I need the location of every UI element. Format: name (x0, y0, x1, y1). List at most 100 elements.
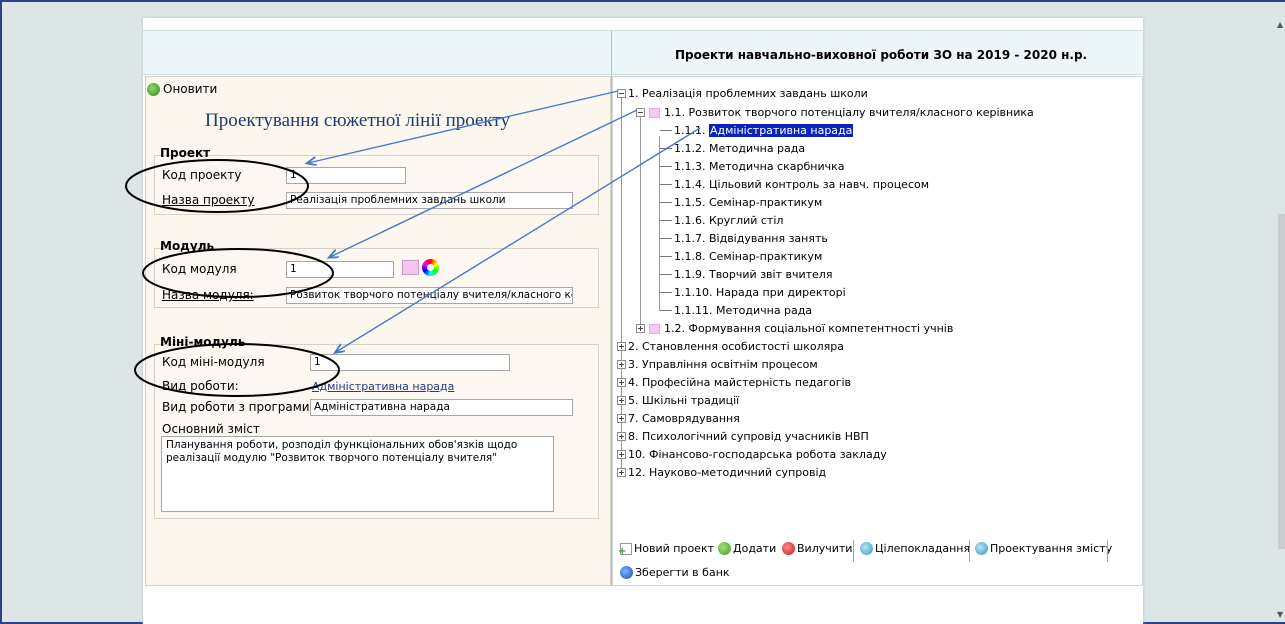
tree-leaf[interactable]: 1.1.10. Нарада при директорі (660, 286, 846, 299)
tree-node-root[interactable]: 5. Шкільні традиції (617, 394, 739, 407)
new-project-button[interactable]: + Новий проект (618, 542, 715, 556)
tree-node-root[interactable]: 3. Управління освітнім процесом (617, 358, 818, 371)
content-design-label: Проектування змісту (990, 542, 1113, 555)
tree-leaf-selected: Адміністративна нарада (709, 124, 854, 137)
tree-node-root1[interactable]: 1. Реалізація проблемних завдань школи (617, 87, 868, 100)
tree-node-1-2[interactable]: 1.2. Формування соціальної компетентност… (636, 322, 953, 335)
tree-node-label: 5. Шкільні традиції (628, 394, 740, 407)
remove-icon (782, 542, 795, 555)
expand-icon[interactable] (636, 324, 645, 333)
tree-connector (660, 238, 672, 239)
module-section-title: Модуль (160, 239, 215, 253)
tree-leaf-label: 1.1.10. Нарада при директорі (674, 286, 846, 299)
tree-node-label: 7. Самоврядування (628, 412, 740, 425)
scroll-up-icon[interactable]: ▲ (1277, 20, 1283, 29)
tree-leaf[interactable]: 1.1.7. Відвідування занять (660, 232, 828, 245)
refresh-button[interactable]: Оновити (147, 82, 217, 96)
new-project-label: Новий проект (634, 542, 715, 555)
tree-leaf[interactable]: 1.1.6. Круглий стіл (660, 214, 783, 227)
save-bank-icon (620, 566, 633, 579)
tree-node-root[interactable]: 2. Становлення особистості школяра (617, 340, 844, 353)
tree-leaf-label: 1.1.7. Відвідування занять (674, 232, 828, 245)
tree-leaf[interactable]: 1.1.4. Цільовий контроль за навч. процес… (660, 178, 929, 191)
tree-leaf-label: 1.1.11. Методична рада (674, 304, 813, 317)
tree-node-root[interactable]: 4. Професійна майстерність педагогів (617, 376, 851, 389)
add-button[interactable]: Додати (718, 542, 776, 555)
add-label: Додати (733, 542, 777, 555)
save-to-bank-button[interactable]: Зберегти в банк (620, 566, 730, 579)
minimodule-section-title: Міні-модуль (160, 335, 246, 349)
worktype-program-input[interactable]: Адміністративна нарада (310, 399, 573, 416)
module-name-label: Назва модуля: (162, 288, 254, 302)
tree-node-label: 8. Психологічний супровід учасників НВП (628, 430, 869, 443)
module-name-input[interactable]: Розвиток творчого потенціалу вчителя/кла… (286, 287, 573, 304)
tree-leaf-label: 1.1.4. Цільовий контроль за навч. процес… (674, 178, 930, 191)
remove-button[interactable]: Вилучити (782, 542, 852, 555)
tree-connector (660, 274, 672, 275)
worktype-label: Вид роботи: (162, 379, 239, 393)
collapse-icon[interactable] (636, 108, 645, 117)
tree-connector (660, 256, 672, 257)
collapse-icon[interactable] (617, 89, 626, 98)
expand-icon[interactable] (617, 432, 626, 441)
goal-setting-button[interactable]: Цілепокладання (860, 542, 970, 555)
tree-leaf-label: 1.1.8. Семінар-практикум (674, 250, 823, 263)
goal-label: Цілепокладання (875, 542, 971, 555)
color-picker-icon[interactable] (422, 259, 439, 276)
tree-connector (660, 130, 672, 131)
tree-leaf[interactable]: 1.1.8. Семінар-практикум (660, 250, 822, 263)
tree-leaf-label: 1.1.9. Творчий звіт вчителя (674, 268, 833, 281)
tree-connector (660, 202, 672, 203)
header-title: Проекти навчально-виховної роботи ЗО на … (675, 48, 1088, 62)
expand-icon[interactable] (617, 468, 626, 477)
add-icon (718, 542, 731, 555)
design-title: Проектування сюжетної лінії проекту (205, 110, 510, 131)
tree-node-root[interactable]: 7. Самоврядування (617, 412, 740, 425)
tree-leaf[interactable]: 1.1.9. Творчий звіт вчителя (660, 268, 832, 281)
tree-leaf-prefix: 1.1.1. (674, 124, 706, 137)
module-color-swatch[interactable] (402, 260, 419, 275)
toolbar-separator (1107, 540, 1108, 562)
project-code-input[interactable]: 1 (286, 167, 406, 184)
expand-icon[interactable] (617, 360, 626, 369)
tree-line-child (640, 116, 641, 329)
tree-node-label: 3. Управління освітнім процесом (628, 358, 818, 371)
tree-leaf-1-1-1[interactable]: 1.1.1. Адміністративна нарада (660, 124, 854, 137)
scroll-down-icon[interactable]: ▼ (1277, 610, 1283, 619)
new-document-icon: + (618, 542, 632, 556)
project-name-label: Назва проекту (162, 193, 255, 207)
vertical-scrollbar-thumb[interactable] (1278, 214, 1285, 549)
expand-icon[interactable] (617, 342, 626, 351)
tree-leaf[interactable]: 1.1.11. Методична рада (660, 304, 812, 317)
tree-node-label: 10. Фінансово-господарська робота заклад… (628, 448, 887, 461)
tree-connector (660, 310, 672, 311)
expand-icon[interactable] (617, 450, 626, 459)
project-name-input[interactable]: Реалізація проблемних завдань школи (286, 192, 573, 209)
minimodule-code-input[interactable]: 1 (310, 354, 510, 371)
expand-icon[interactable] (617, 414, 626, 423)
tree-node-1-1[interactable]: 1.1. Розвиток творчого потенціалу вчител… (636, 106, 1034, 119)
expand-icon[interactable] (617, 378, 626, 387)
main-content-textarea[interactable]: Планування роботи, розподіл функціональн… (161, 436, 554, 512)
minimodule-code-label: Код міні-модуля (162, 355, 265, 369)
tree-connector (660, 166, 672, 167)
tree-node-label: 1. Реалізація проблемних завдань школи (628, 87, 868, 100)
tree-connector (660, 220, 672, 221)
expand-icon[interactable] (617, 396, 626, 405)
panel-divider (611, 30, 612, 586)
tree-node-root[interactable]: 8. Психологічний супровід учасників НВП (617, 430, 869, 443)
worktype-link[interactable]: Адміністративна нарада (312, 380, 454, 393)
save-bank-label: Зберегти в банк (635, 566, 730, 579)
tree-node-root[interactable]: 10. Фінансово-господарська робота заклад… (617, 448, 887, 461)
tree-node-root[interactable]: 12. Науково-методичний супровід (617, 466, 826, 479)
tree-node-label: 2. Становлення особистості школяра (628, 340, 844, 353)
folder-icon (649, 323, 660, 334)
tree-leaf[interactable]: 1.1.5. Семінар-практикум (660, 196, 822, 209)
tree-node-label: 1.1. Розвиток творчого потенціалу вчител… (664, 106, 1034, 119)
project-code-label: Код проекту (162, 168, 242, 182)
tree-leaf-label: 1.1.6. Круглий стіл (674, 214, 784, 227)
content-design-button[interactable]: Проектування змісту (975, 542, 1112, 555)
tree-leaf[interactable]: 1.1.2. Методична рада (660, 142, 805, 155)
module-code-input[interactable]: 1 (286, 261, 394, 278)
tree-leaf[interactable]: 1.1.3. Методична скарбничка (660, 160, 844, 173)
